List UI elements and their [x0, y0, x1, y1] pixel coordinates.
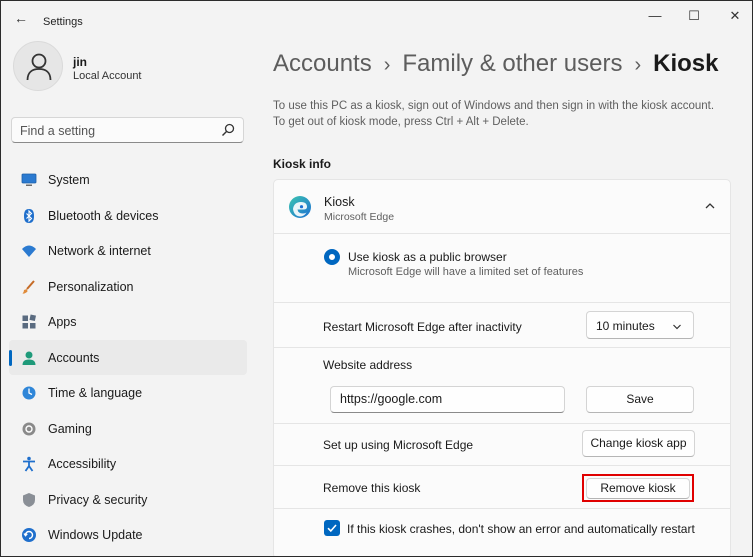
search-box[interactable] — [11, 117, 244, 143]
restart-inactivity-row: Restart Microsoft Edge after inactivity … — [274, 302, 730, 347]
sidebar-item-label: Bluetooth & devices — [48, 208, 159, 223]
sidebar-item-label: Windows Update — [48, 528, 143, 542]
breadcrumb: Accounts › Family & other users › Kiosk — [273, 50, 719, 82]
accessibility-icon — [23, 456, 35, 472]
public-browser-option[interactable]: Use kiosk as a public browser Microsoft … — [322, 247, 712, 287]
breadcrumb-separator: › — [383, 54, 391, 76]
inactivity-dropdown[interactable]: 10 minutes — [586, 311, 694, 339]
sidebar-item-personalization[interactable]: Personalization — [9, 269, 247, 305]
monitor-icon — [21, 173, 37, 186]
sidebar-nav: System Bluetooth & devices Network & int… — [9, 162, 247, 553]
search-input[interactable] — [20, 122, 210, 139]
radio-label: Use kiosk as a public browser — [348, 250, 507, 264]
sidebar-item-label: System — [48, 173, 90, 187]
chevron-up-icon[interactable] — [704, 200, 716, 212]
description-line-1: To use this PC as a kiosk, sign out of W… — [273, 100, 715, 112]
save-button[interactable]: Save — [586, 386, 694, 413]
restart-inactivity-label: Restart Microsoft Edge after inactivity — [323, 320, 522, 334]
person-icon — [22, 351, 36, 365]
chevron-down-icon — [673, 324, 681, 330]
wifi-icon — [22, 245, 36, 257]
breadcrumb-separator: › — [634, 54, 642, 76]
setup-edge-row: Set up using Microsoft Edge Change kiosk… — [274, 423, 730, 465]
edge-icon — [289, 196, 311, 218]
sidebar-item-windows-update[interactable]: Windows Update — [9, 517, 247, 553]
crash-restart-label: If this kiosk crashes, don't show an err… — [347, 522, 695, 536]
sidebar-item-label: Apps — [48, 315, 77, 329]
sidebar-item-label: Gaming — [48, 421, 92, 436]
sidebar-item-gaming[interactable]: Gaming — [9, 411, 247, 447]
avatar[interactable] — [13, 41, 63, 91]
sidebar-item-apps[interactable]: Apps — [9, 304, 247, 340]
title-bar: ← Settings — ☐ ✕ — [1, 1, 752, 35]
breadcrumb-accounts[interactable]: Accounts — [273, 50, 372, 77]
sidebar-item-label: Privacy & security — [48, 492, 148, 507]
maximize-button[interactable]: ☐ — [682, 7, 706, 25]
page-description: To use this PC as a kiosk, sign out of W… — [273, 98, 743, 130]
sidebar-item-label: Accounts — [48, 350, 100, 365]
globe-clock-icon — [22, 386, 36, 400]
settings-window: ← Settings — ☐ ✕ jin Local Account Syste… — [0, 0, 753, 557]
sidebar-item-network[interactable]: Network & internet — [9, 233, 247, 269]
minimize-button[interactable]: — — [643, 7, 667, 25]
radio-sublabel: Microsoft Edge will have a limited set o… — [348, 266, 584, 278]
sidebar-item-bluetooth[interactable]: Bluetooth & devices — [9, 198, 247, 234]
breadcrumb-family-other-users[interactable]: Family & other users — [402, 50, 622, 77]
person-icon — [26, 53, 52, 81]
remove-kiosk-button[interactable]: Remove kiosk — [586, 478, 690, 499]
shield-icon — [23, 492, 35, 507]
kiosk-name: Kiosk — [324, 195, 355, 209]
sidebar-item-privacy[interactable]: Privacy & security — [9, 482, 247, 518]
kiosk-card: Kiosk Microsoft Edge Use kiosk as a publ… — [273, 179, 731, 556]
setup-edge-label: Set up using Microsoft Edge — [323, 438, 474, 452]
sidebar-item-system[interactable]: System — [9, 162, 247, 198]
sidebar-item-time-language[interactable]: Time & language — [9, 375, 247, 411]
sidebar-item-label: Time & language — [48, 386, 143, 400]
section-title: Kiosk info — [273, 157, 332, 171]
website-url-field[interactable] — [330, 386, 565, 413]
user-name: jin — [73, 55, 87, 69]
remove-kiosk-label: Remove this kiosk — [323, 481, 421, 495]
app-title: Settings — [43, 16, 83, 28]
description-line-2: To get out of kiosk mode, press Ctrl + A… — [273, 116, 529, 128]
remove-kiosk-row: Remove this kiosk Remove kiosk — [274, 465, 730, 508]
website-url-input[interactable] — [340, 392, 550, 406]
sidebar-item-accessibility[interactable]: Accessibility — [9, 446, 247, 482]
sidebar-item-accounts[interactable]: Accounts — [9, 339, 247, 375]
close-button[interactable]: ✕ — [723, 7, 747, 25]
inactivity-value: 10 minutes — [596, 319, 655, 333]
sidebar-item-label: Personalization — [48, 279, 134, 294]
update-icon — [22, 528, 36, 542]
sidebar-item-label: Accessibility — [48, 457, 117, 471]
sidebar-item-label: Network & internet — [48, 244, 151, 258]
kiosk-card-header[interactable]: Kiosk Microsoft Edge — [274, 180, 730, 234]
page-title: Kiosk — [653, 50, 719, 77]
selection-indicator — [9, 349, 12, 366]
checkmark-icon — [327, 524, 337, 533]
public-browser-radio[interactable] — [324, 249, 340, 265]
gamepad-icon — [22, 422, 36, 435]
search-icon[interactable] — [221, 123, 235, 137]
crash-restart-checkbox[interactable] — [324, 520, 340, 536]
apps-icon — [22, 314, 37, 329]
change-kiosk-app-button[interactable]: Change kiosk app — [582, 430, 695, 457]
brush-icon — [22, 279, 35, 294]
bluetooth-icon — [24, 208, 34, 223]
account-type: Local Account — [73, 70, 142, 82]
website-address-label: Website address — [323, 358, 413, 372]
back-button[interactable]: ← — [11, 9, 31, 27]
kiosk-app-name: Microsoft Edge — [324, 211, 395, 223]
